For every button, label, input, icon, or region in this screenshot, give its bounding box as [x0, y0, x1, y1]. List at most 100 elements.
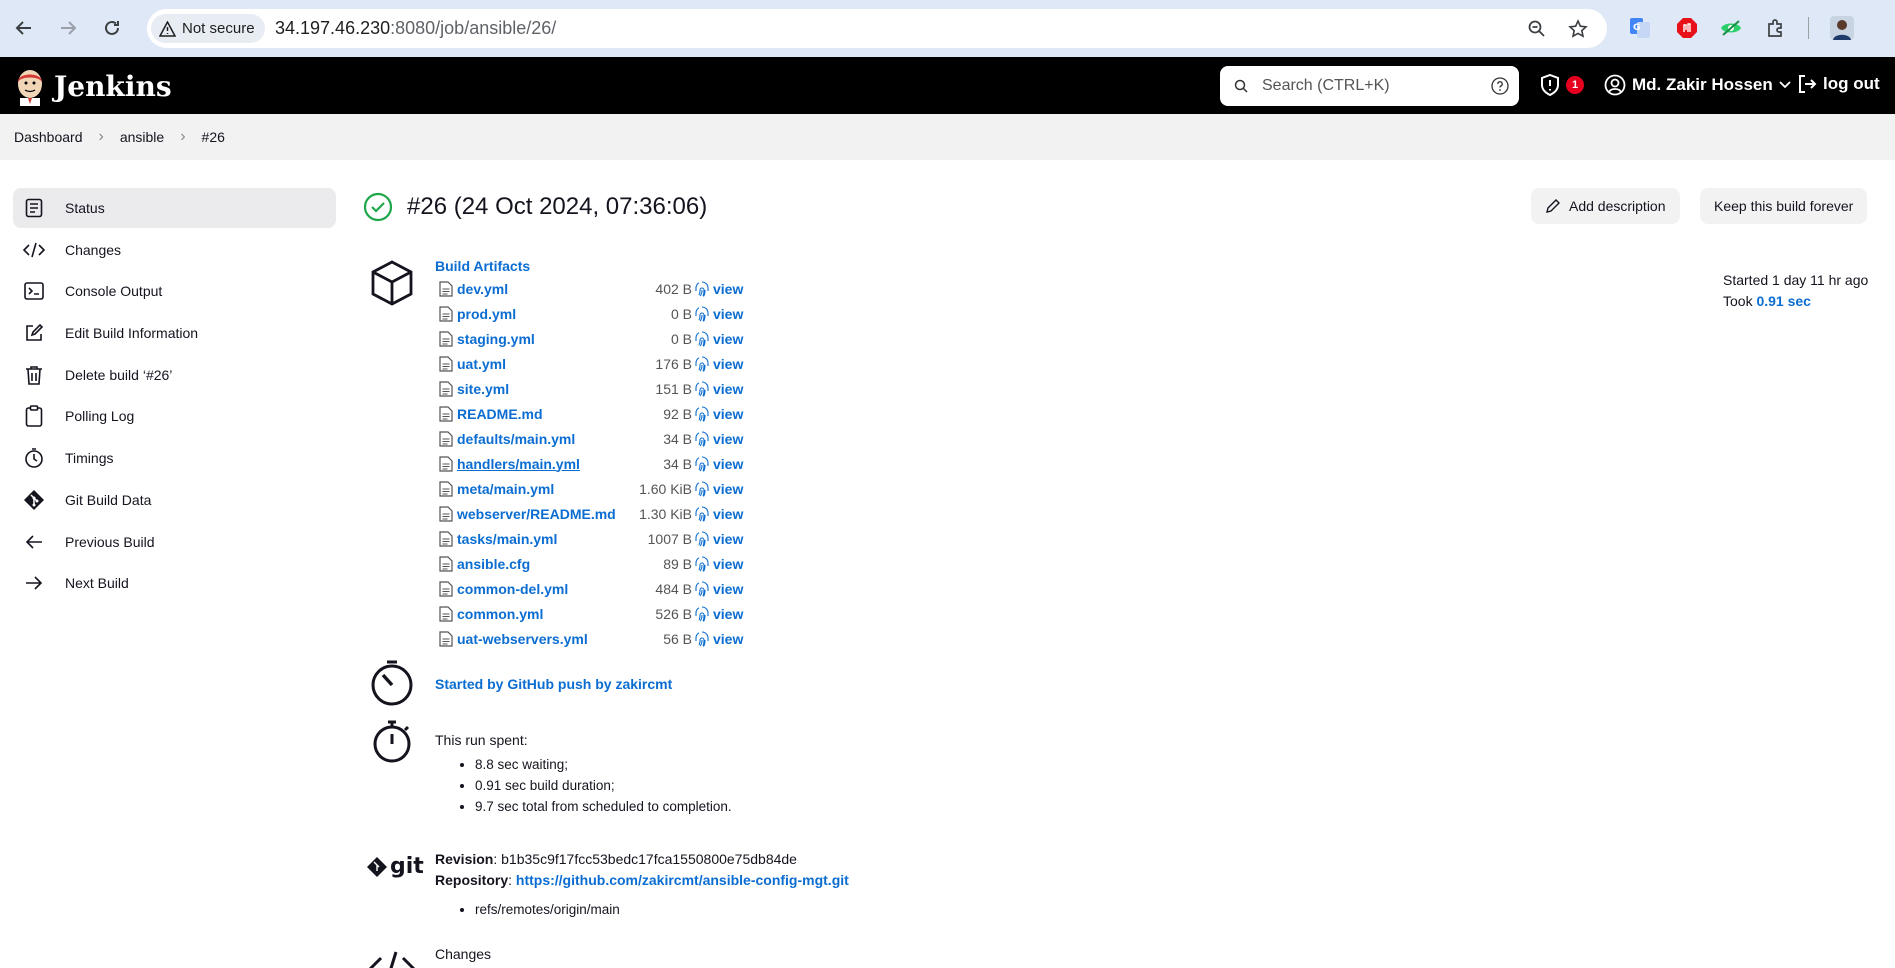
sidebar-item-changes[interactable]: Changes [13, 230, 336, 270]
artifact-file-link[interactable]: common-del.yml [457, 581, 568, 597]
edit-icon [23, 322, 45, 344]
add-description-button[interactable]: Add description [1531, 188, 1680, 224]
artifact-file-link[interactable]: meta/main.yml [457, 481, 554, 497]
artifact-file-link[interactable]: uat.yml [457, 356, 506, 372]
artifact-view-link[interactable]: view [695, 456, 743, 472]
artifact-row: prod.yml 0 B view [435, 301, 795, 326]
artifact-view-link[interactable]: view [695, 631, 743, 647]
artifact-view-link[interactable]: view [695, 406, 743, 422]
sidebar-item-status[interactable]: Status [13, 188, 336, 228]
breadcrumb-dashboard[interactable]: Dashboard [14, 129, 83, 145]
sidebar-item-delete-build[interactable]: Delete build ‘#26’ [13, 355, 336, 395]
repository-link[interactable]: https://github.com/zakircmt/ansible-conf… [516, 872, 849, 888]
build-artifacts-link[interactable]: Build Artifacts [435, 258, 795, 276]
artifact-view-link[interactable]: view [695, 431, 743, 447]
artifact-file-link[interactable]: ansible.cfg [457, 556, 530, 572]
artifact-file-link[interactable]: staging.yml [457, 331, 535, 347]
zoom-icon[interactable] [1525, 17, 1549, 41]
artifact-view-link[interactable]: view [695, 606, 743, 622]
success-check-icon [363, 192, 393, 222]
toolbar-divider [1808, 17, 1809, 39]
build-cause-link[interactable]: Started by GitHub push by zakircmt [435, 676, 672, 692]
package-icon [371, 260, 413, 306]
logout-link[interactable]: log out [1797, 74, 1880, 94]
adblock-extension-icon[interactable] [1674, 15, 1700, 41]
chevron-down-icon [1779, 81, 1791, 89]
code-icon [368, 951, 416, 968]
sidebar-item-polling-log[interactable]: Polling Log [13, 396, 336, 436]
artifact-file-link[interactable]: webserver/README.md [457, 506, 616, 522]
search-input[interactable] [1262, 77, 1482, 95]
address-bar[interactable]: Not secure 34.197.46.230:8080/job/ansibl… [147, 9, 1607, 48]
security-indicator[interactable]: Not secure [151, 14, 265, 43]
artifact-view-link[interactable]: view [695, 581, 743, 597]
forward-button[interactable] [54, 14, 82, 42]
artifact-view-link[interactable]: view [695, 356, 743, 372]
arrow-right-icon [23, 572, 45, 594]
artifact-file-link[interactable]: prod.yml [457, 306, 516, 322]
sidebar-item-timings[interactable]: Timings [13, 438, 336, 478]
artifact-file-link[interactable]: handlers/main.yml [457, 456, 580, 472]
artifact-file-link[interactable]: README.md [457, 406, 543, 422]
security-label: Not secure [182, 20, 255, 37]
keep-build-forever-button[interactable]: Keep this build forever [1700, 188, 1868, 224]
sidebar-item-console-output[interactable]: Console Output [13, 271, 336, 311]
artifact-file-link[interactable]: dev.yml [457, 281, 508, 297]
took-duration-link[interactable]: 0.91 sec [1756, 293, 1811, 309]
timing-item: 9.7 sec total from scheduled to completi… [475, 796, 732, 817]
artifact-file-link[interactable]: tasks/main.yml [457, 531, 557, 547]
user-menu[interactable]: Md. Zakir Hossen [1604, 74, 1791, 96]
artifact-view-link[interactable]: view [695, 556, 743, 572]
artifact-file-link[interactable]: common.yml [457, 606, 543, 622]
artifact-view-link[interactable]: view [695, 306, 743, 322]
revision-line: Revision: b1b35c9f17fcc53bedc17fca155080… [435, 851, 797, 867]
search-box[interactable] [1220, 66, 1519, 106]
file-icon [439, 330, 453, 347]
artifact-row: webserver/README.md 1.30 KiB view [435, 501, 795, 526]
git-logo: git [367, 854, 424, 879]
chevron-right-icon: › [180, 128, 186, 145]
breadcrumb: Dashboard › ansible › #26 [0, 114, 1895, 160]
eye-extension-icon[interactable] [1718, 15, 1744, 41]
extensions-puzzle-icon[interactable] [1763, 15, 1789, 41]
timing-item: 0.91 sec build duration; [475, 775, 732, 796]
artifact-view-link[interactable]: view [695, 281, 743, 297]
help-icon[interactable] [1491, 77, 1509, 95]
artifact-view-link[interactable]: view [695, 531, 743, 547]
artifact-row: uat-webservers.yml 56 B view [435, 626, 795, 651]
artifact-file-link[interactable]: defaults/main.yml [457, 431, 575, 447]
artifact-file-link[interactable]: site.yml [457, 381, 509, 397]
stopwatch-icon [373, 720, 411, 763]
artifact-file-link[interactable]: uat-webservers.yml [457, 631, 588, 647]
sidebar-item-edit-build-information[interactable]: Edit Build Information [13, 313, 336, 353]
artifact-size: 151 B [655, 380, 692, 397]
back-button[interactable] [10, 14, 38, 42]
security-alerts-button[interactable]: 1 [1540, 74, 1584, 96]
sidebar-item-next-build[interactable]: Next Build [13, 563, 336, 603]
translate-extension-icon[interactable]: G [1627, 15, 1653, 41]
artifact-view-link[interactable]: view [695, 381, 743, 397]
file-icon [439, 380, 453, 397]
timing-summary: This run spent: 8.8 sec waiting;0.91 sec… [435, 732, 732, 817]
artifact-view-link[interactable]: view [695, 481, 743, 497]
changes-heading: Changes [435, 946, 492, 962]
sidebar-item-previous-build[interactable]: Previous Build [13, 522, 336, 562]
jenkins-home-link[interactable]: Jenkins [14, 66, 172, 106]
revision-value: b1b35c9f17fcc53bedc17fca1550800e75db84de [501, 851, 797, 867]
sidebar-item-git-build-data[interactable]: Git Build Data [13, 480, 336, 520]
keep-build-forever-label: Keep this build forever [1714, 198, 1854, 214]
profile-avatar[interactable] [1829, 15, 1855, 41]
file-icon [439, 530, 453, 547]
fingerprint-icon [695, 605, 709, 622]
view-label: view [713, 330, 744, 347]
timing-item: 8.8 sec waiting; [475, 754, 732, 775]
artifact-view-link[interactable]: view [695, 506, 743, 522]
breadcrumb-job[interactable]: ansible [120, 129, 164, 145]
artifact-view-link[interactable]: view [695, 331, 743, 347]
logout-icon [1799, 75, 1817, 93]
logout-label: log out [1823, 74, 1880, 93]
reload-button[interactable] [98, 14, 126, 42]
repository-label: Repository [435, 872, 509, 888]
bookmark-star-icon[interactable] [1566, 17, 1590, 41]
breadcrumb-build[interactable]: #26 [202, 129, 225, 145]
